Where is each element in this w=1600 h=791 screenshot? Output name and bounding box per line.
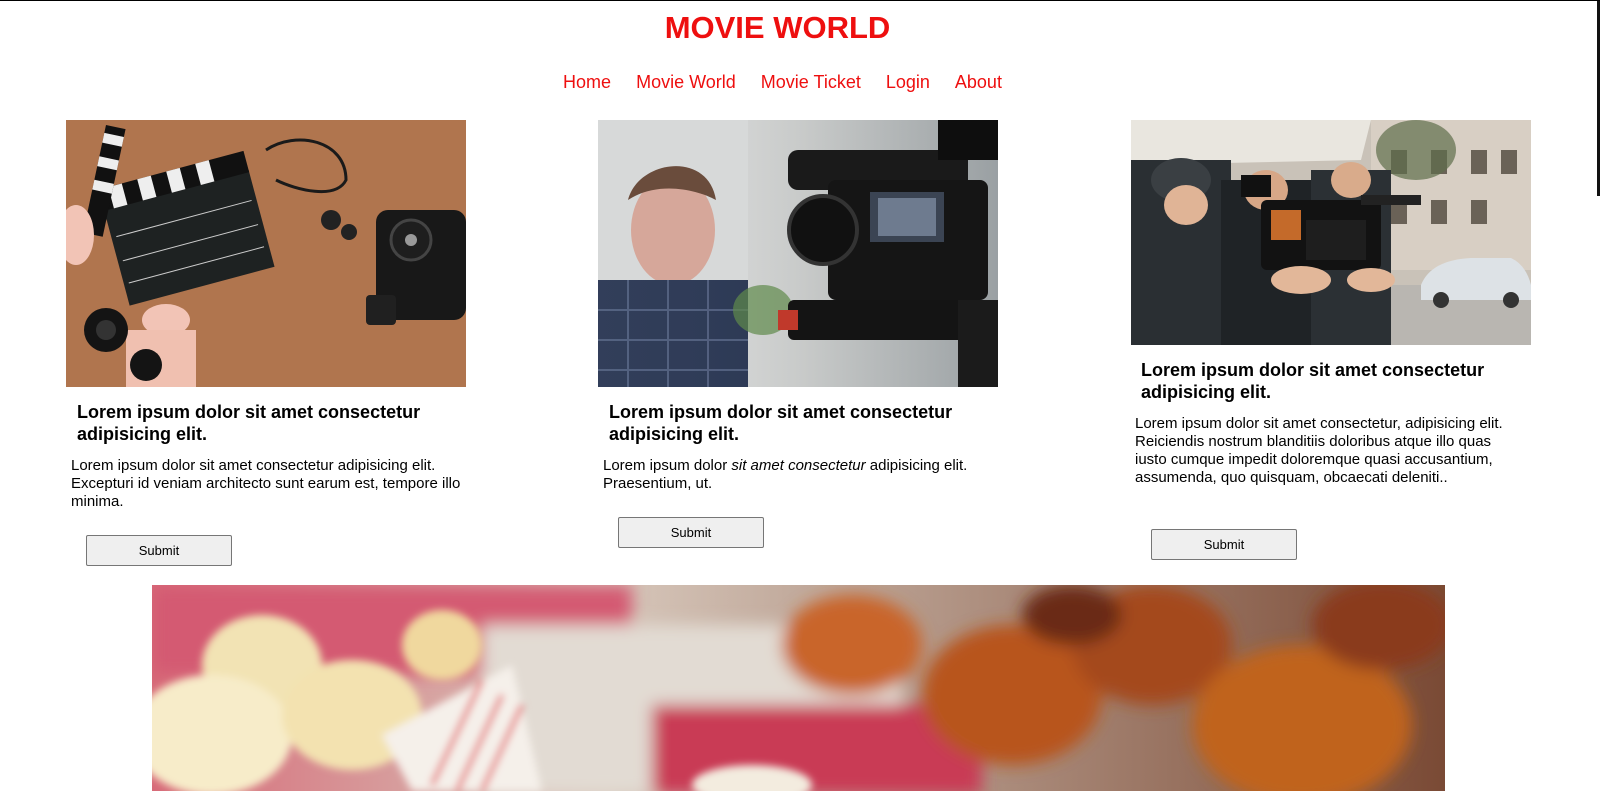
card-2-heading: Lorem ipsum dolor sit amet consectetur a…	[609, 402, 953, 444]
card-1: Lorem ipsum dolor sit amet consectetur a…	[66, 120, 476, 566]
card-2-text: Lorem ipsum dolor sit amet consectetur a…	[603, 457, 998, 493]
card-3-heading: Lorem ipsum dolor sit amet consectetur a…	[1141, 360, 1485, 402]
card-2-text-italic: sit amet consectetur	[731, 457, 866, 474]
nav-login[interactable]: Login	[886, 72, 930, 92]
card-3-text: Lorem ipsum dolor sit amet consectetur, …	[1135, 415, 1503, 486]
card-1-text: Lorem ipsum dolor sit amet consectetur a…	[71, 457, 461, 510]
card-3: Lorem ipsum dolor sit amet consectetur a…	[1131, 120, 1541, 560]
main-nav: Home Movie World Movie Ticket Login Abou…	[0, 72, 1565, 93]
camera-operator-photo	[598, 120, 998, 387]
card-2-submit-button[interactable]: Submit	[618, 517, 764, 548]
nav-home[interactable]: Home	[563, 72, 611, 92]
card-1-heading: Lorem ipsum dolor sit amet consectetur a…	[77, 402, 421, 444]
card-2: Lorem ipsum dolor sit amet consectetur a…	[598, 120, 1008, 548]
clapperboard-photo	[66, 120, 466, 387]
nav-movie-world[interactable]: Movie World	[636, 72, 736, 92]
nav-movie-ticket[interactable]: Movie Ticket	[761, 72, 861, 92]
card-1-submit-button[interactable]: Submit	[86, 535, 232, 566]
film-crew-photo	[1131, 120, 1531, 345]
site-title: MOVIE WORLD	[664, 10, 891, 45]
card-2-text-start: Lorem ipsum dolor	[603, 457, 732, 474]
popcorn-banner-photo	[152, 585, 1445, 791]
card-3-submit-button[interactable]: Submit	[1151, 529, 1297, 560]
nav-about[interactable]: About	[955, 72, 1002, 92]
